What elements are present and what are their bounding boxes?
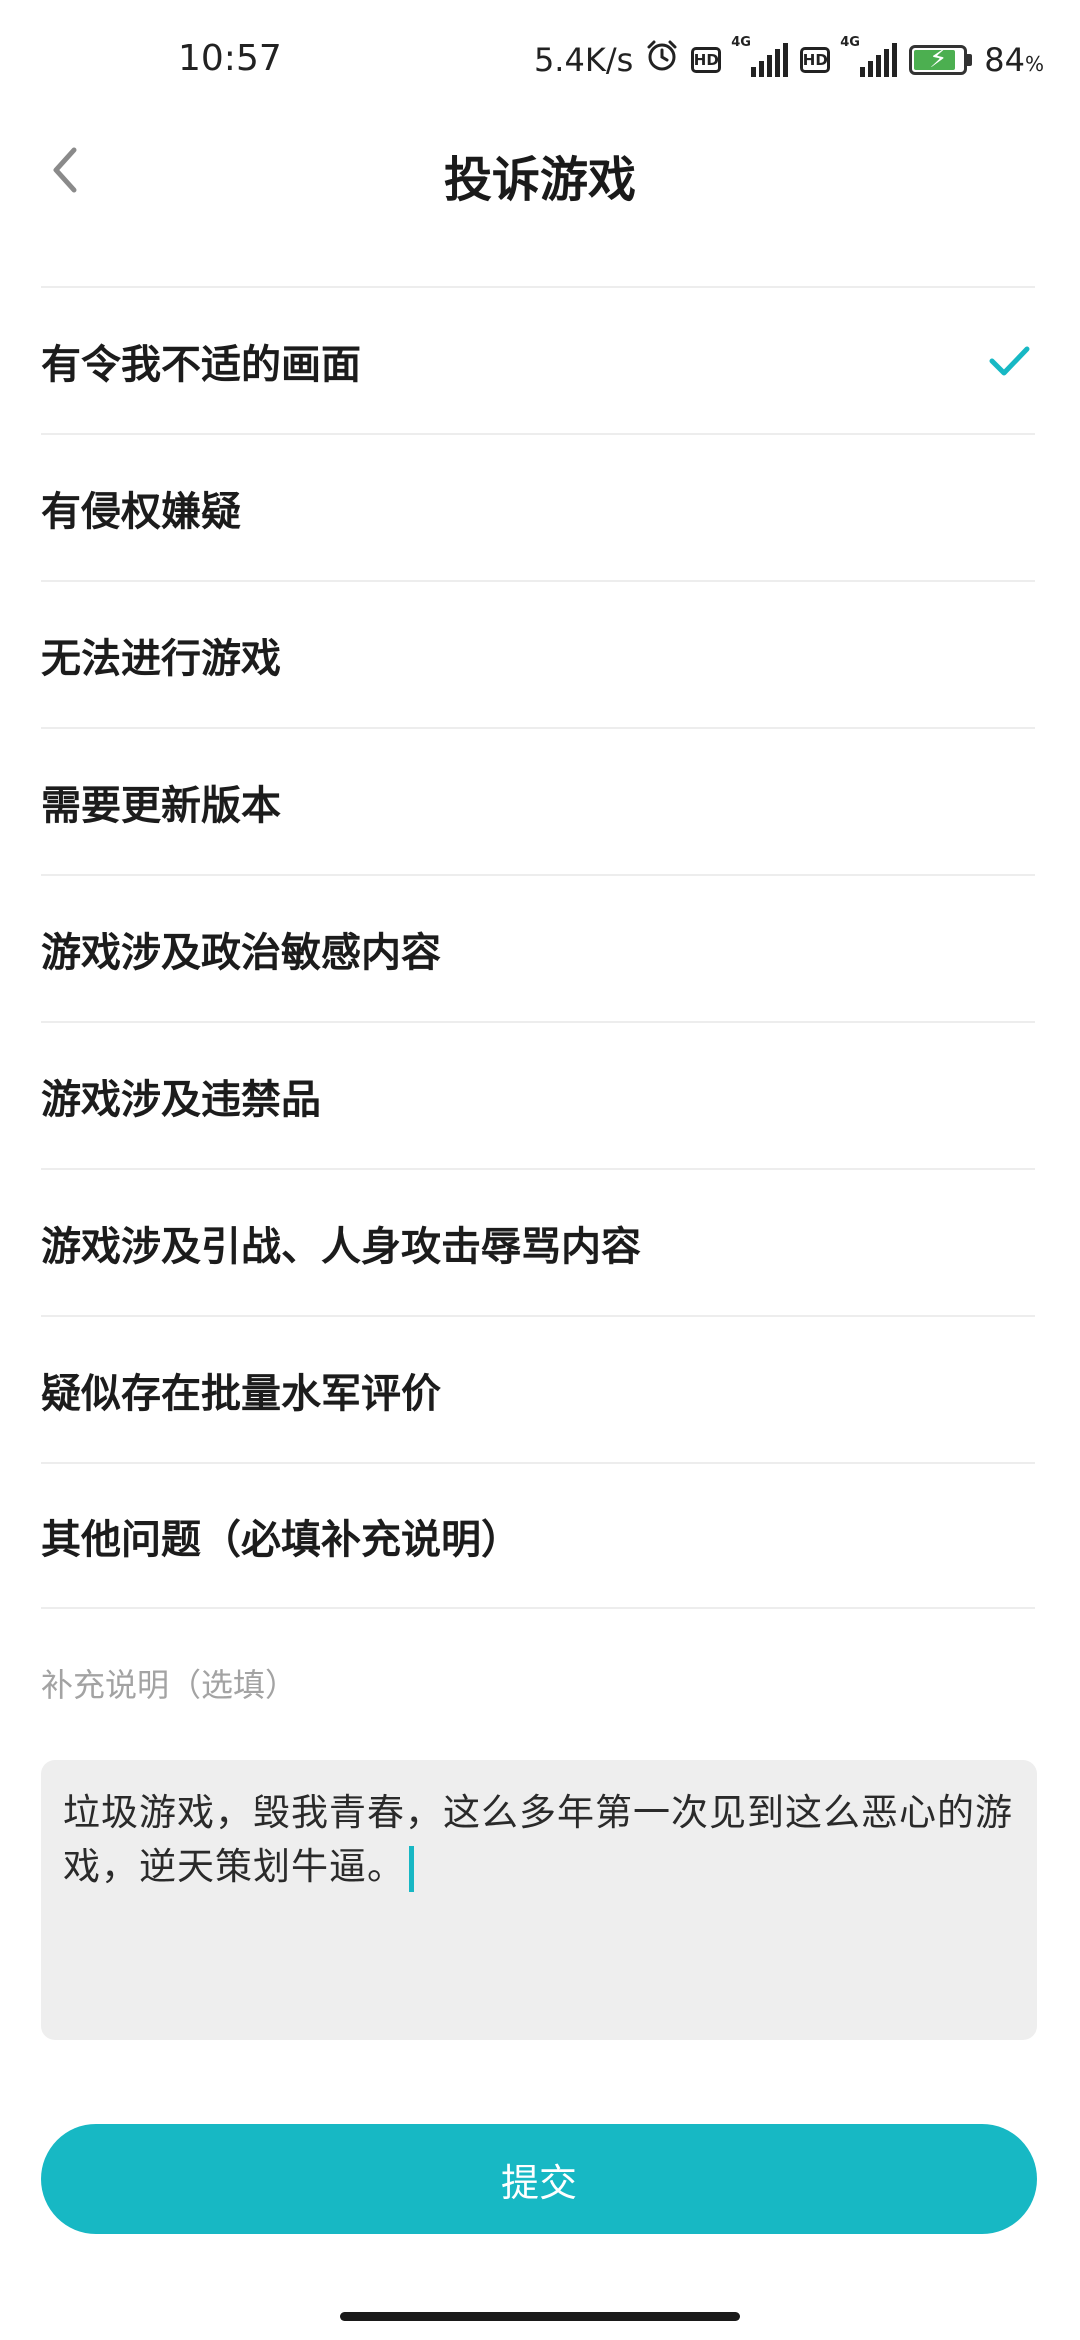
reason-label: 游戏涉及政治敏感内容 [41,929,441,976]
supplement-textarea[interactable]: 垃圾游戏，毁我青春，这么多年第一次见到这么恶心的游戏，逆天策划牛逼。 [41,1760,1037,2040]
app-header: 投诉游戏 [0,120,1080,220]
page-title: 投诉游戏 [443,152,636,208]
status-icons: 5.4K/s HD 4G HD 4G ⚡ 84% [533,35,1044,84]
reason-label: 游戏涉及违禁品 [41,1076,321,1123]
supplement-text: 垃圾游戏，毁我青春，这么多年第一次见到这么恶心的游戏，逆天策划牛逼。 [63,1791,1013,1888]
complaint-page: 10:57 5.4K/s HD 4G HD 4G ⚡ 84% 投诉游戏 有令我不… [0,0,1080,2340]
reason-label: 疑似存在批量水军评价 [41,1370,441,1417]
gesture-navigation-bar[interactable] [340,2312,740,2321]
status-bar: 10:57 5.4K/s HD 4G HD 4G ⚡ 84% [0,0,1080,120]
battery-percent: 84% [984,41,1044,79]
battery-charging-icon: ⚡ [909,44,973,75]
reason-label: 游戏涉及引战、人身攻击辱骂内容 [41,1223,641,1270]
reason-item[interactable]: 需要更新版本 [41,727,1035,874]
reason-label: 无法进行游戏 [41,635,281,682]
submit-button[interactable]: 提交 [41,2124,1037,2234]
reason-label: 有令我不适的画面 [41,341,361,388]
hd-icon: HD [691,47,722,73]
signal-icon: 4G [731,35,789,77]
reason-item[interactable]: 疑似存在批量水军评价 [41,1315,1035,1462]
reason-label: 其他问题（必填补充说明） [41,1516,521,1563]
reason-item[interactable]: 有令我不适的画面 [41,286,1035,433]
reason-item[interactable]: 有侵权嫌疑 [41,433,1035,580]
reason-item[interactable]: 游戏涉及违禁品 [41,1021,1035,1168]
reason-item[interactable]: 游戏涉及政治敏感内容 [41,874,1035,1021]
reason-item[interactable]: 其他问题（必填补充说明） [41,1462,1035,1609]
reason-label: 有侵权嫌疑 [41,488,241,535]
supplement-label: 补充说明（选填） [41,1666,298,1704]
check-icon [989,346,1030,375]
alarm-icon [645,39,679,81]
status-time: 10:57 [178,38,282,79]
reason-item[interactable]: 无法进行游戏 [41,580,1035,727]
reason-label: 需要更新版本 [41,782,281,829]
reason-item[interactable]: 游戏涉及引战、人身攻击辱骂内容 [41,1168,1035,1315]
reason-list: 有令我不适的画面 有侵权嫌疑无法进行游戏 需要更新版本游戏涉及政治敏感内容 游戏涉及违… [41,286,1035,1609]
text-cursor [409,1845,414,1892]
hd-icon: HD [800,47,831,73]
net-speed: 5.4K/s [533,41,634,79]
signal-icon: 4G [840,35,898,77]
